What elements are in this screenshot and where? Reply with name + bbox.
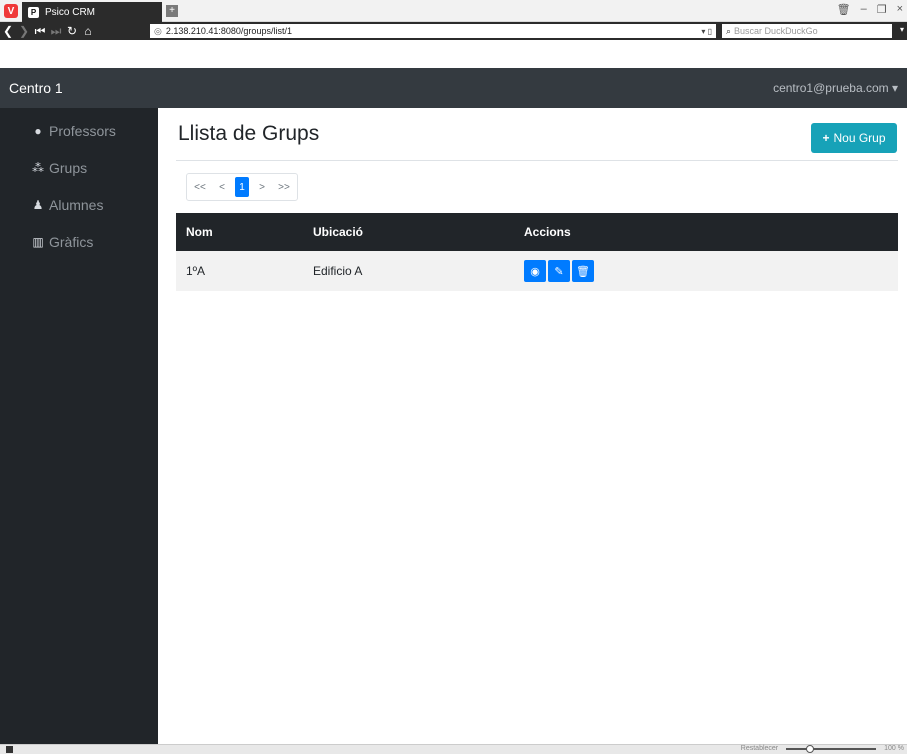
browser-status-bar: Restablecer 100 % bbox=[0, 744, 907, 754]
sidebar: ● Professors ⁂ Grups ♟ Alumnes ▥ Gràfics bbox=[0, 108, 158, 744]
user-icon: ● bbox=[34, 123, 42, 138]
edit-icon: ✎ bbox=[554, 265, 564, 278]
page-link-active[interactable]: 1 bbox=[235, 177, 249, 197]
fast-forward-icon[interactable]: ⏭ bbox=[48, 24, 64, 39]
sidebar-item-professors[interactable]: ● Professors bbox=[0, 112, 158, 149]
plus-icon: + bbox=[822, 131, 830, 145]
status-controls: Restablecer 100 % bbox=[741, 744, 904, 753]
search-engine-dropdown-icon[interactable]: ▾ bbox=[900, 25, 904, 34]
home-icon[interactable]: ⌂ bbox=[80, 24, 96, 38]
eye-icon: ◉ bbox=[530, 265, 540, 278]
sidebar-item-label: Grups bbox=[49, 159, 88, 176]
column-header: Accions bbox=[524, 225, 571, 239]
cell-nom: 1ºA bbox=[186, 264, 206, 278]
site-info-icon[interactable]: ◎ bbox=[154, 26, 162, 37]
panel-toggle-icon[interactable] bbox=[6, 746, 13, 753]
new-group-button[interactable]: + Nou Grup bbox=[811, 123, 897, 153]
column-header: Ubicació bbox=[313, 225, 364, 239]
delete-button[interactable]: 🗑 bbox=[572, 260, 594, 282]
table-header: Nom Ubicació Accions bbox=[176, 213, 898, 251]
edit-button[interactable]: ✎ bbox=[548, 260, 570, 282]
browser-tab-strip: V P Psico CRM + 🗑 – ❐ × bbox=[0, 0, 907, 22]
forward-icon[interactable]: ❯ bbox=[16, 24, 32, 38]
trash-icon[interactable]: 🗑 bbox=[837, 3, 851, 16]
new-tab-icon[interactable]: + bbox=[166, 5, 178, 17]
sidebar-item-alumnes[interactable]: ♟ Alumnes bbox=[0, 186, 158, 223]
column-header: Nom bbox=[186, 225, 213, 239]
bookmark-icon[interactable]: ▾ ▯ bbox=[701, 27, 712, 36]
groups-table: Nom Ubicació Accions 1ºA Edificio A ◉ ✎ … bbox=[176, 213, 898, 291]
minimize-icon[interactable]: – bbox=[861, 3, 867, 16]
vivaldi-menu-icon[interactable]: V bbox=[4, 4, 18, 18]
table-row: 1ºA Edificio A ◉ ✎ 🗑 bbox=[176, 251, 898, 291]
url-text: 2.138.210.41:8080/groups/list/1 bbox=[165, 26, 292, 36]
reload-icon[interactable]: ↻ bbox=[64, 24, 80, 38]
restore-icon[interactable]: ❐ bbox=[877, 3, 887, 16]
zoom-reset-label[interactable]: Restablecer bbox=[741, 745, 778, 752]
top-navbar: Centro 1 centro1@prueba.com ▾ bbox=[0, 68, 907, 108]
address-toolbar: ❮ ❯ ⏮ ⏭ ↻ ⌂ ◎ 2.138.210.41:8080/groups/l… bbox=[0, 22, 907, 40]
zoom-slider[interactable] bbox=[786, 744, 877, 753]
page-title: Llista de Grups bbox=[178, 122, 320, 145]
sidebar-item-grafics[interactable]: ▥ Gràfics bbox=[0, 223, 158, 260]
trash-icon: 🗑 bbox=[576, 265, 590, 278]
user-email: centro1@prueba.com bbox=[773, 81, 889, 95]
window-controls: 🗑 – ❐ × bbox=[837, 3, 903, 16]
sidebar-item-label: Gràfics bbox=[49, 233, 94, 250]
rewind-icon[interactable]: ⏮ bbox=[32, 24, 48, 39]
prev-page-link[interactable]: < bbox=[213, 177, 231, 197]
search-placeholder: Buscar DuckDuckGo bbox=[734, 26, 818, 36]
zoom-knob[interactable] bbox=[806, 744, 815, 753]
user-menu[interactable]: centro1@prueba.com ▾ bbox=[773, 81, 898, 95]
sidebar-item-label: Alumnes bbox=[49, 196, 104, 213]
divider bbox=[176, 160, 898, 161]
sidebar-item-grups[interactable]: ⁂ Grups bbox=[0, 149, 158, 186]
pagination: << < 1 > >> bbox=[186, 173, 298, 201]
view-button[interactable]: ◉ bbox=[524, 260, 546, 282]
brand-title[interactable]: Centro 1 bbox=[9, 80, 63, 96]
close-icon[interactable]: × bbox=[897, 3, 903, 16]
sidebar-item-label: Professors bbox=[49, 122, 116, 139]
url-field[interactable]: ◎ 2.138.210.41:8080/groups/list/1 ▾ ▯ bbox=[150, 24, 716, 38]
chart-icon: ▥ bbox=[32, 234, 44, 249]
app-favicon-icon: P bbox=[28, 6, 39, 18]
main-content: Llista de Grups + Nou Grup << < 1 > >> N… bbox=[176, 108, 898, 744]
row-actions: ◉ ✎ 🗑 bbox=[524, 260, 898, 282]
child-icon: ♟ bbox=[32, 197, 44, 212]
tab-title: Psico CRM bbox=[45, 6, 96, 18]
zoom-value: 100 % bbox=[884, 745, 904, 752]
back-icon[interactable]: ❮ bbox=[0, 24, 16, 38]
browser-tab[interactable]: P Psico CRM bbox=[22, 2, 162, 22]
cell-ubicacio: Edificio A bbox=[313, 264, 363, 278]
search-input[interactable]: ⌕ Buscar DuckDuckGo bbox=[722, 24, 892, 38]
new-group-label: Nou Grup bbox=[833, 131, 886, 145]
search-icon: ⌕ bbox=[726, 25, 732, 36]
users-icon: ⁂ bbox=[32, 160, 44, 175]
first-page-link[interactable]: << bbox=[191, 177, 209, 197]
next-page-link[interactable]: > bbox=[253, 177, 271, 197]
last-page-link[interactable]: >> bbox=[275, 177, 293, 197]
